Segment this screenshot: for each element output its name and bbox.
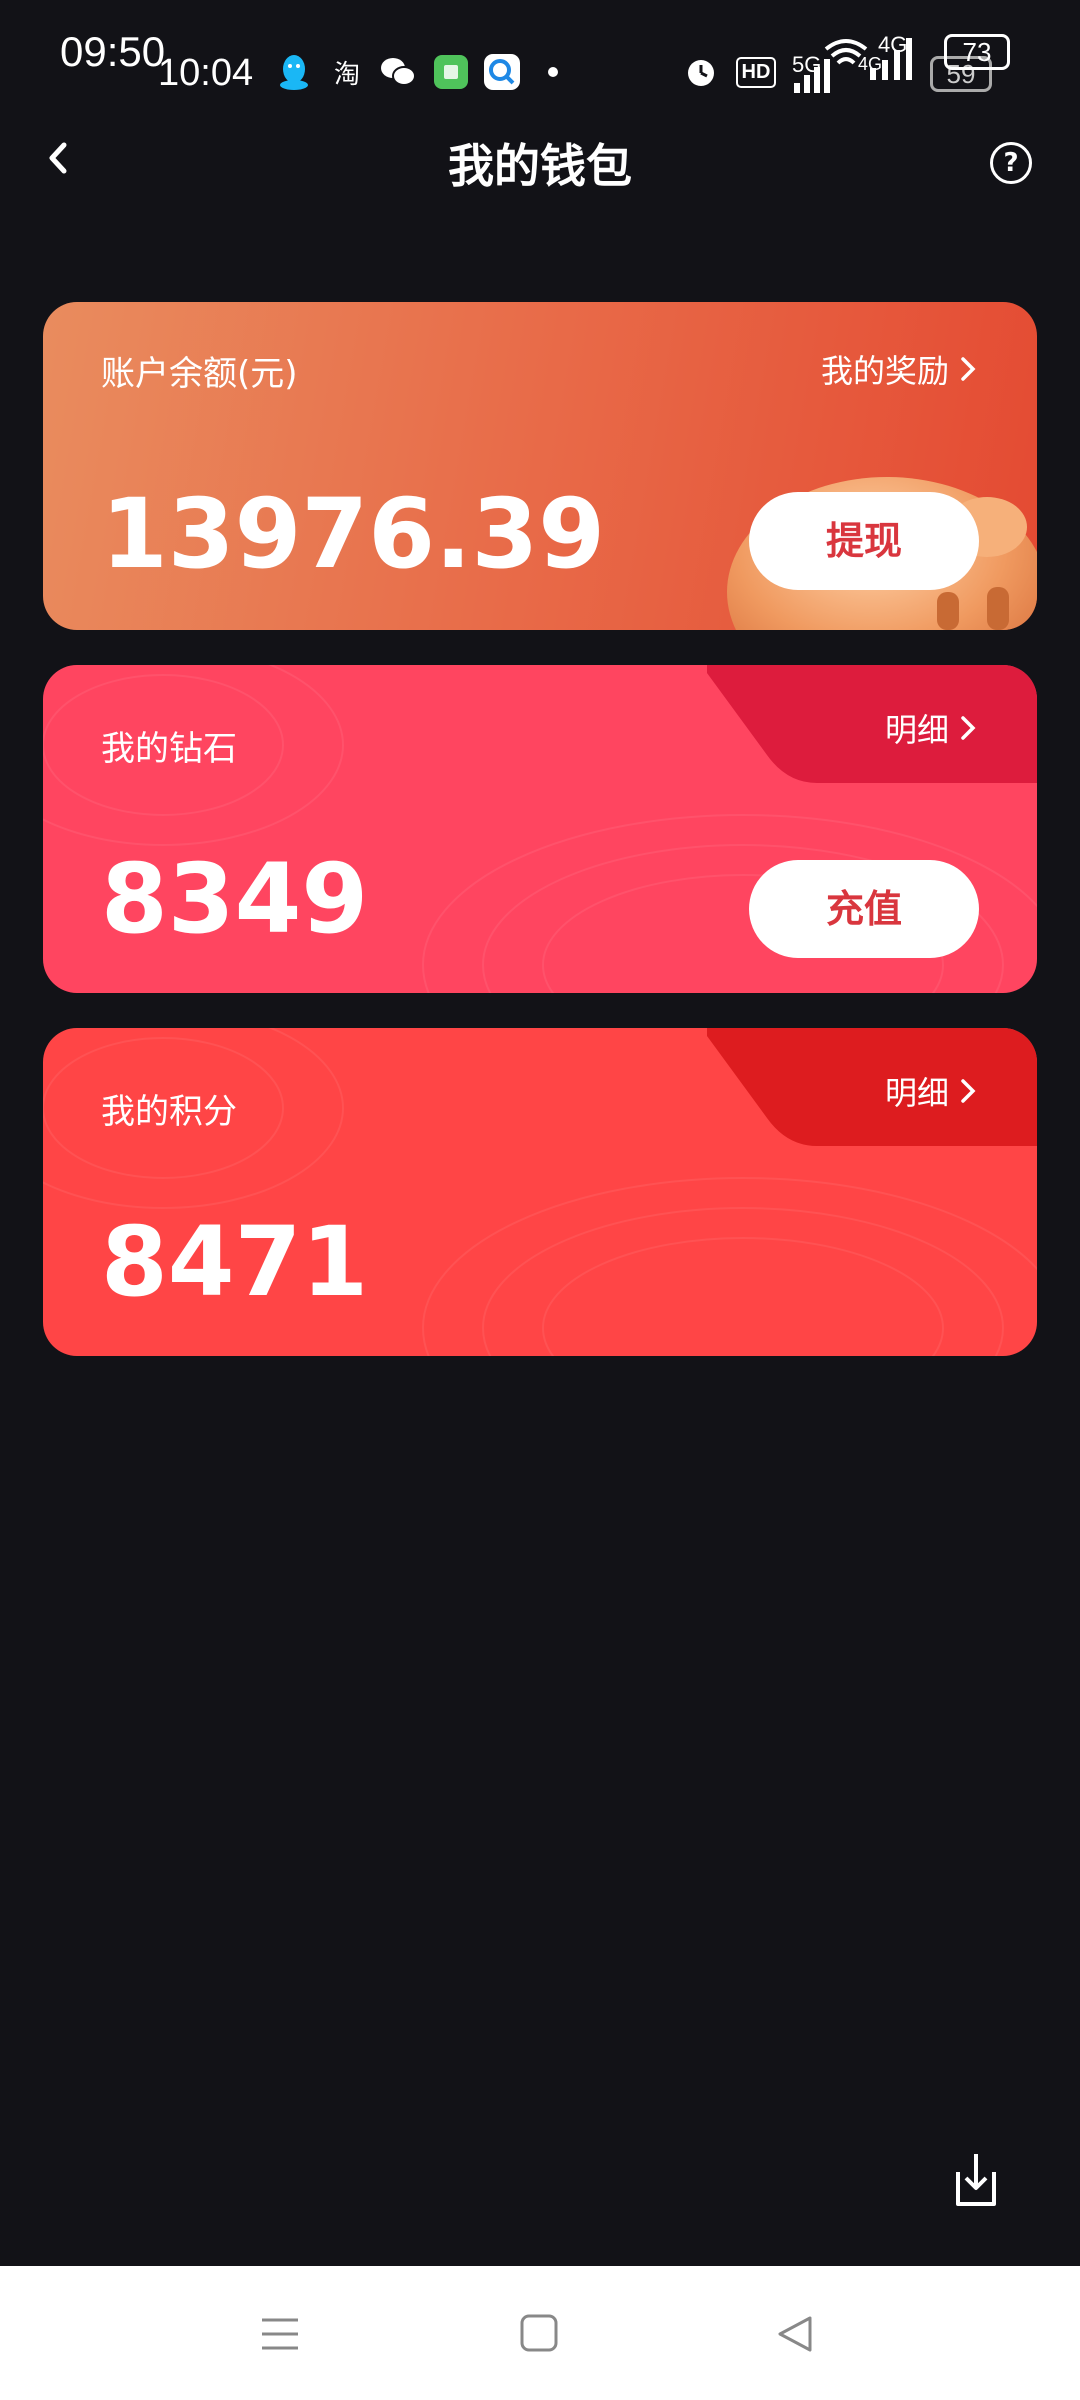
home-square-icon [520, 2314, 558, 2352]
points-label: 我的积分 [101, 1092, 237, 1132]
taobao-icon: 淘 [333, 59, 360, 90]
balance-label: 账户余额(元) [101, 354, 298, 394]
withdraw-button[interactable]: 提现 [749, 492, 979, 590]
menu-icon [262, 2318, 298, 2350]
diamond-label: 我的钻石 [101, 729, 237, 769]
app-green-icon [432, 52, 470, 92]
chevron-right-icon [961, 716, 976, 740]
status-time-back: 09:50 [60, 28, 166, 75]
status-time: 10:04 [158, 52, 254, 94]
page-title: 我的钱包 [448, 139, 632, 193]
help-button[interactable]: ? [990, 142, 1032, 184]
recharge-button[interactable]: 充值 [749, 860, 979, 958]
points-detail-label: 明细 [884, 1074, 949, 1112]
back-nav-button[interactable] [772, 2310, 820, 2358]
hd-icon: HD [734, 52, 778, 92]
wechat-icon [378, 52, 418, 92]
diamond-amount: 8349 [101, 843, 369, 955]
points-detail-link[interactable]: 明细 [885, 1068, 979, 1114]
more-notifications-icon [544, 52, 562, 92]
balance-amount: 13976.39 [101, 478, 606, 590]
my-rewards-link[interactable]: 我的奖励 [821, 346, 979, 392]
balance-card: 账户余额(元) 我的奖励 13976.39 提现 [43, 302, 1037, 630]
question-icon: ? [1003, 148, 1019, 178]
menu-button[interactable] [256, 2310, 304, 2358]
hd-label: HD [735, 56, 777, 88]
signal-4g-icon [868, 38, 920, 80]
qq-icon [276, 52, 312, 92]
system-navigation-bar [0, 2266, 1080, 2400]
download-icon [956, 2154, 996, 2206]
home-button[interactable] [516, 2310, 564, 2358]
chevron-right-icon [961, 357, 976, 381]
app-search-icon [482, 52, 522, 92]
points-amount: 8471 [101, 1206, 369, 1318]
chevron-right-icon [961, 1079, 976, 1103]
status-bar: 09:50 10:04 淘 HD 5G 4G 4G 59 73 [0, 0, 1080, 110]
back-triangle-icon [778, 2316, 812, 2352]
diamond-detail-label: 明细 [884, 711, 949, 749]
diamond-card: 我的钻石 明细 8349 充值 [43, 665, 1037, 993]
battery-indicator: 73 [944, 34, 1010, 70]
points-card: 我的积分 明细 8471 [43, 1028, 1037, 1356]
download-button[interactable] [944, 2148, 1008, 2212]
top-nav: 我的钱包 ? [0, 120, 1080, 200]
my-rewards-label: 我的奖励 [820, 352, 949, 390]
diamond-detail-link[interactable]: 明细 [885, 705, 979, 751]
alarm-icon [682, 52, 720, 92]
